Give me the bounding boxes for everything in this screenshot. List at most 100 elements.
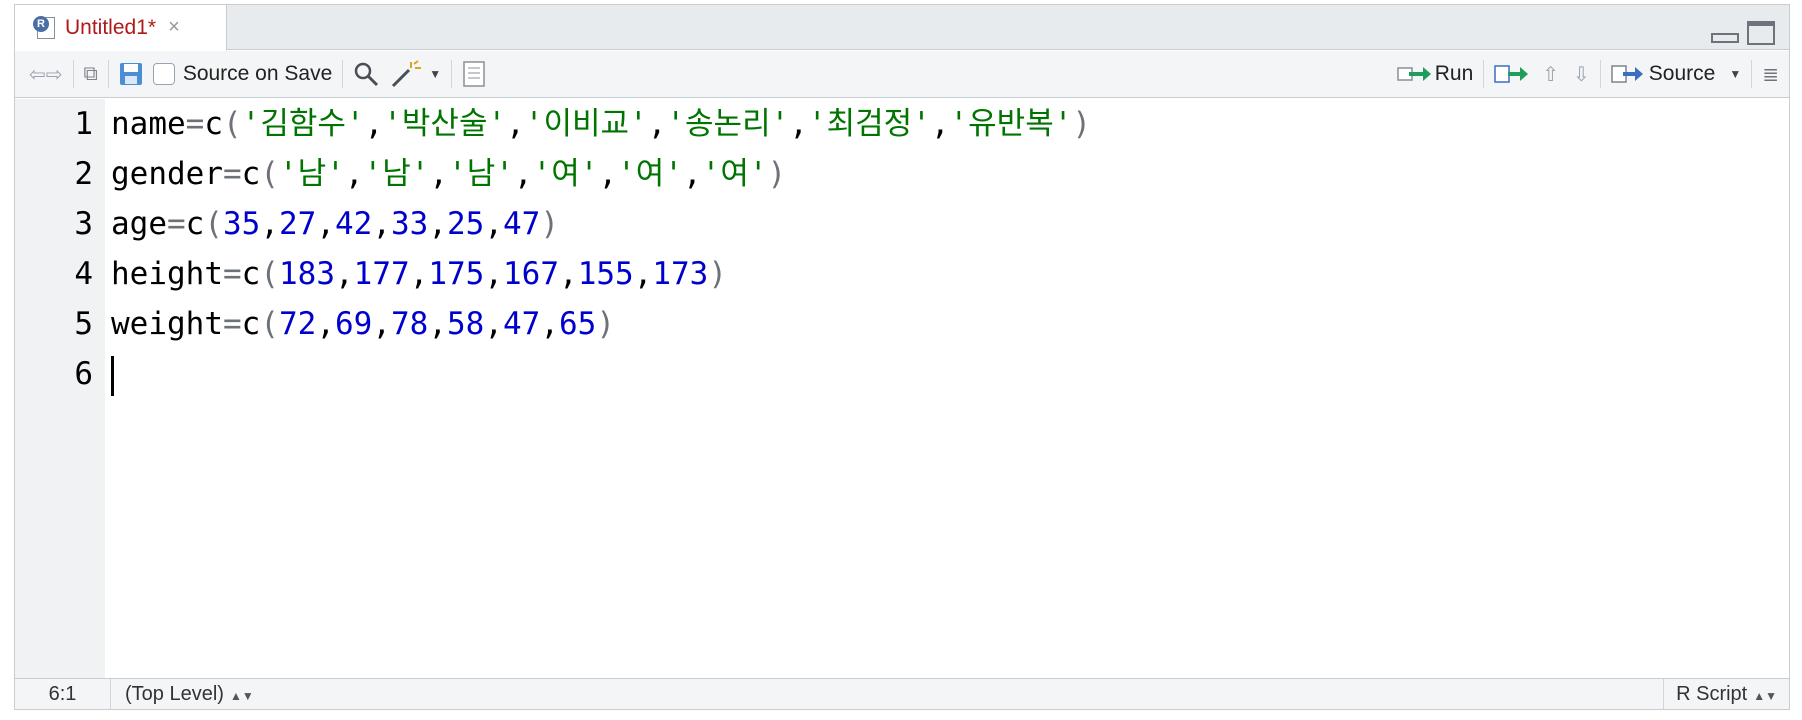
code-token: , (647, 106, 667, 142)
tab-bar: R Untitled1* × (15, 5, 1789, 51)
code-line[interactable]: 1 name=c('김함수','박산술','이비교','송논리','최검정','유… (74, 99, 1789, 149)
save-icon[interactable] (119, 59, 143, 89)
code-token: , (484, 256, 504, 292)
code-line[interactable]: 5 weight=c(72,69,78,58,47,65) (74, 299, 1789, 349)
code-token: ) (1072, 106, 1092, 142)
show-in-window-icon[interactable]: ⧉ (84, 59, 98, 89)
code-token: 33 (391, 206, 429, 242)
go-to-previous-section-icon[interactable]: ⇧ (1542, 59, 1559, 89)
rerun-icon[interactable] (1494, 59, 1529, 89)
code-line[interactable]: 4 height=c(183,177,175,167,155,173) (74, 249, 1789, 299)
minimize-pane-icon[interactable] (1711, 33, 1739, 43)
code-token: 177 (353, 256, 410, 292)
code-token: 72 (279, 306, 317, 342)
code-token: 47 (503, 306, 541, 342)
code-token: 78 (391, 306, 429, 342)
code-token: '박산술' (383, 106, 507, 142)
code-token: c (241, 156, 261, 192)
source-on-save-label: Source on Save (182, 62, 333, 85)
compile-report-icon[interactable] (462, 59, 486, 89)
code-tools-wand-icon[interactable] (391, 59, 423, 89)
code-token: age (111, 206, 167, 242)
code-token: ( (204, 206, 224, 242)
code-token: = (167, 206, 186, 242)
code-token: 175 (428, 256, 485, 292)
code-token: = (222, 256, 242, 292)
code-token: , (316, 306, 335, 342)
chevron-down-icon[interactable]: ▼ (429, 67, 441, 81)
scope-selector[interactable]: (Top Level) ▲▼ (111, 683, 254, 706)
line-number: 2 (74, 156, 93, 192)
code-token: weight (111, 306, 223, 342)
code-token: 35 (223, 206, 261, 242)
maximize-pane-icon[interactable] (1747, 21, 1775, 45)
code-line[interactable]: 2 gender=c('남','남','남','여','여','여') (74, 149, 1789, 199)
code-token: = (222, 306, 242, 342)
source-button[interactable]: Source (1649, 62, 1716, 86)
code-token: '남' (448, 156, 514, 192)
source-file-icon[interactable] (1611, 59, 1645, 89)
line-number: 4 (74, 256, 93, 292)
toolbar-divider (1599, 60, 1601, 88)
scope-label: (Top Level) (125, 682, 224, 705)
code-token: c (185, 206, 205, 242)
code-token: 42 (335, 206, 373, 242)
run-icon[interactable] (1396, 59, 1431, 89)
code-token: , (484, 306, 503, 342)
code-token: '여' (532, 156, 599, 192)
code-token: c (241, 306, 261, 342)
code-token: 173 (652, 256, 709, 292)
code-token: , (540, 306, 559, 342)
toolbar-divider (451, 60, 453, 88)
source-dropdown-chevron-icon[interactable]: ▼ (1729, 67, 1741, 81)
code-area[interactable]: 1 name=c('김함수','박산술','이비교','송논리','최검정','유… (74, 99, 1789, 678)
editor-toolbar: ⇦ ⇨ ⧉ Source on Save ▼ Run ⇧ ⇩ Source ▼ … (15, 51, 1789, 98)
file-type-selector[interactable]: R Script ▲▼ (1663, 679, 1789, 709)
code-token: ( (260, 256, 279, 292)
code-token: , (372, 306, 391, 342)
code-token: , (260, 206, 280, 242)
code-token: '여' (701, 156, 768, 192)
source-on-save-checkbox[interactable] (152, 63, 175, 85)
code-token: '최검정' (807, 106, 931, 142)
code-token: 27 (279, 206, 317, 242)
tab-close-icon[interactable]: × (168, 16, 180, 39)
code-token: , (428, 306, 447, 342)
code-token: '송논리' (666, 106, 790, 142)
code-token: c (241, 256, 261, 292)
code-token: , (364, 106, 384, 142)
code-token: 65 (559, 306, 597, 342)
run-button[interactable]: Run (1435, 62, 1474, 86)
forward-arrow-icon[interactable]: ⇨ (46, 59, 63, 89)
code-editor[interactable]: 1 name=c('김함수','박산술','이비교','송논리','최검정','유… (15, 99, 1789, 678)
cursor-position: 6:1 (15, 679, 111, 709)
code-token: , (598, 156, 618, 192)
code-token: ( (260, 156, 279, 192)
file-type-label: R Script (1676, 683, 1748, 705)
line-number: 5 (74, 306, 93, 342)
code-token: , (429, 156, 449, 192)
code-token: , (409, 256, 429, 292)
status-bar: 6:1 (Top Level) ▲▼ R Script ▲▼ (15, 678, 1789, 709)
document-outline-icon[interactable]: ≣ (1762, 59, 1779, 89)
code-token: '김함수' (241, 106, 365, 142)
code-token: , (513, 156, 533, 192)
code-token: '유반복' (949, 106, 1073, 142)
code-token: ( (223, 106, 242, 142)
go-to-next-section-icon[interactable]: ⇩ (1573, 59, 1590, 89)
tab-untitled1[interactable]: R Untitled1* × (15, 5, 227, 51)
code-token: '남' (279, 156, 345, 192)
code-token: 167 (503, 256, 560, 292)
code-token: 58 (447, 306, 485, 342)
back-arrow-icon[interactable]: ⇦ (29, 59, 46, 89)
r-file-icon: R (33, 15, 57, 41)
code-token: , (789, 106, 808, 142)
code-line[interactable]: 3 age=c(35,27,42,33,25,47) (74, 199, 1789, 249)
code-token: , (484, 206, 504, 242)
updown-chevron-icon: ▲▼ (1753, 689, 1777, 703)
code-token: '이비교' (524, 106, 648, 142)
find-replace-icon[interactable] (353, 59, 379, 89)
code-line[interactable]: 6 (74, 349, 1789, 399)
code-token: ) (540, 206, 560, 242)
updown-chevron-icon: ▲▼ (229, 688, 254, 703)
